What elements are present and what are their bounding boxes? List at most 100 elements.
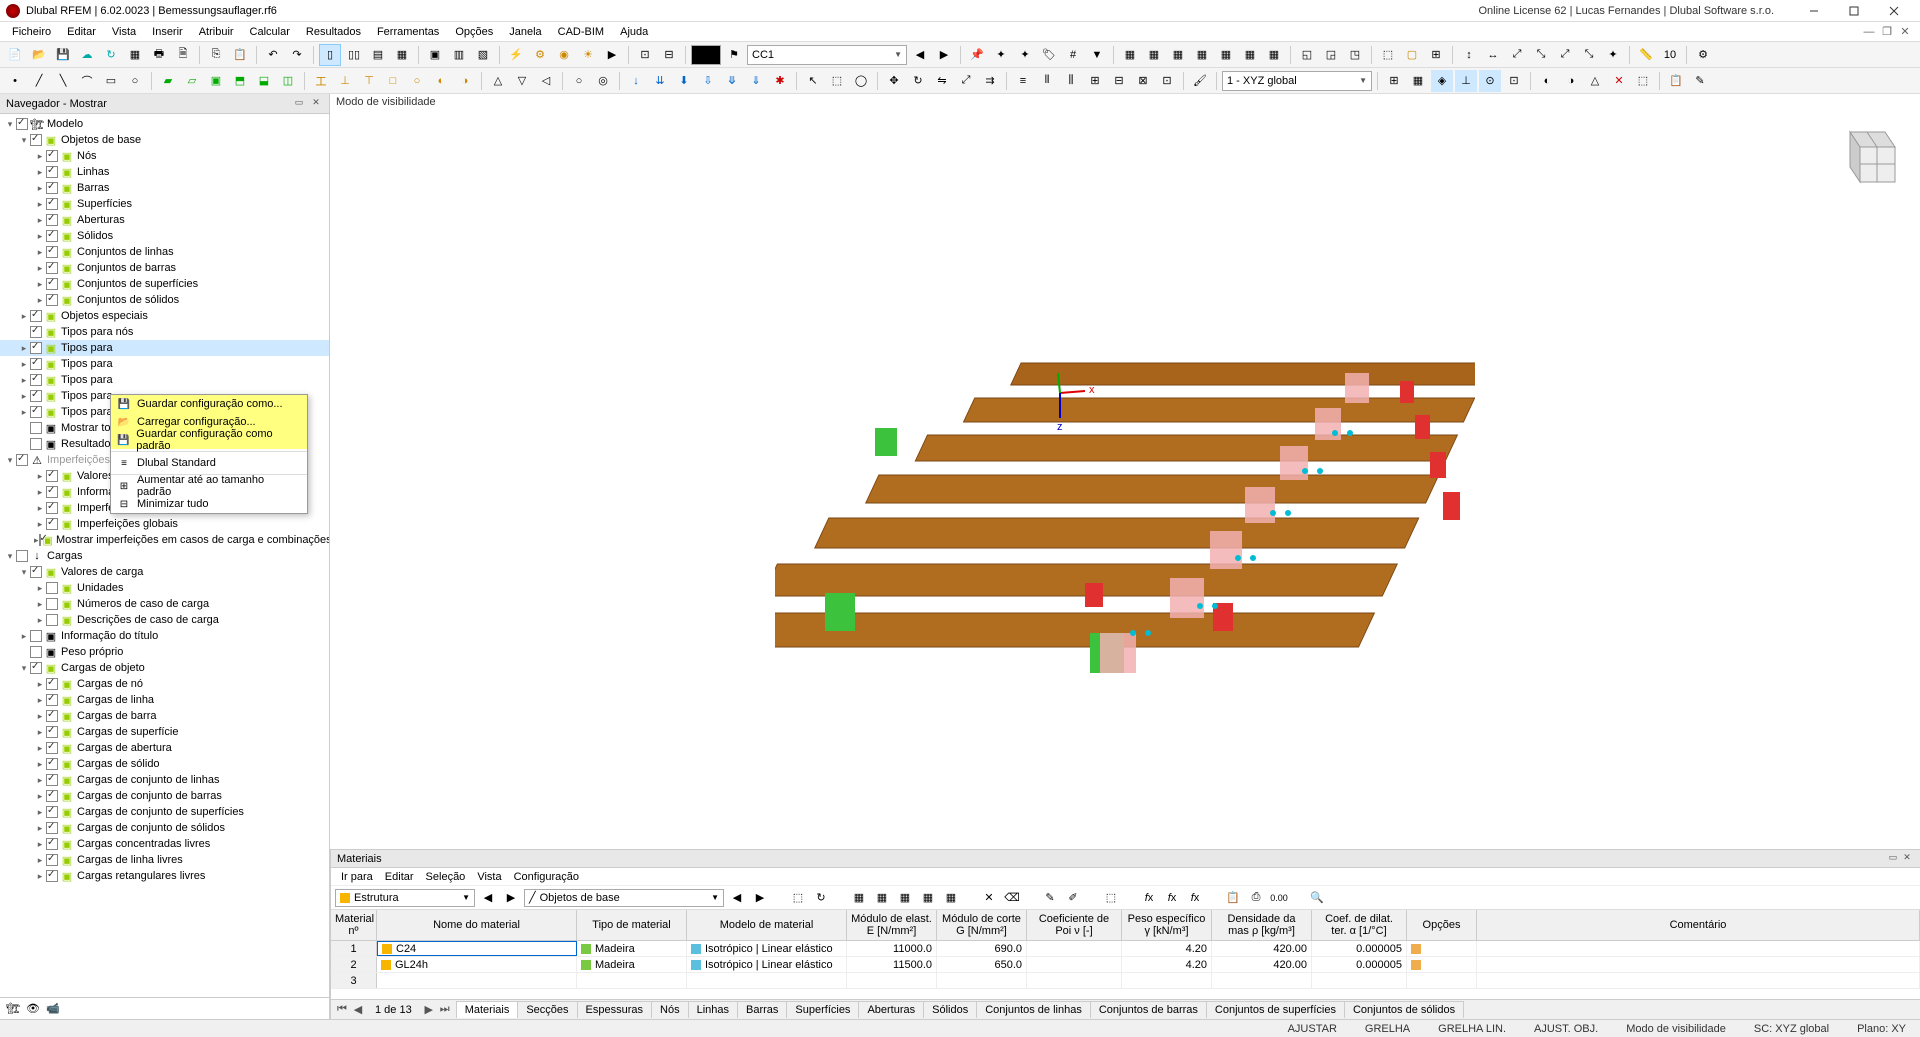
ruler-icon[interactable]: 📏: [1635, 44, 1657, 66]
section-c-icon[interactable]: ⊤: [358, 70, 380, 92]
view-cube-icon[interactable]: [1830, 122, 1900, 192]
panel-combo-structure[interactable]: Estrutura▼: [335, 889, 475, 907]
opening-icon[interactable]: ▱: [181, 70, 203, 92]
panel-tab[interactable]: Nós: [651, 1001, 689, 1018]
tree-item[interactable]: ▸▣Linhas: [0, 164, 329, 180]
misc-c-icon[interactable]: △: [1584, 70, 1606, 92]
tree-item[interactable]: ▸▣Aberturas: [0, 212, 329, 228]
select-lasso-icon[interactable]: ◯: [850, 70, 872, 92]
col-shear-mod[interactable]: Módulo de corte G [N/mm²]: [937, 910, 1027, 940]
panel-clipboard-icon[interactable]: 📋: [1223, 888, 1243, 908]
col-material-name[interactable]: Nome do material: [377, 910, 577, 940]
hinge-b-icon[interactable]: ◎: [592, 70, 614, 92]
sb-visibility-mode[interactable]: Modo de visibilidade: [1620, 1023, 1732, 1035]
pencil-icon[interactable]: ✎: [1689, 70, 1711, 92]
tree-item[interactable]: ▸▣Descrições de caso de carga: [0, 612, 329, 628]
settings-icon[interactable]: ⚙: [1692, 44, 1714, 66]
view-2-icon[interactable]: ▯▯: [343, 44, 365, 66]
dim-label-icon[interactable]: 10: [1659, 44, 1681, 66]
label-icon[interactable]: 🏷: [1038, 44, 1060, 66]
open-file-icon[interactable]: 📂: [28, 44, 50, 66]
menu-opcoes[interactable]: Opções: [447, 24, 501, 40]
lock-icon[interactable]: ⊞: [1425, 44, 1447, 66]
panel-tab[interactable]: Sólidos: [923, 1001, 977, 1018]
menu-resultados[interactable]: Resultados: [298, 24, 369, 40]
arc-icon[interactable]: ⌒: [76, 70, 98, 92]
mdi-close-icon[interactable]: ✕: [1898, 25, 1912, 39]
flag-icon[interactable]: ⚑: [723, 44, 745, 66]
tree-item[interactable]: ▸▣Cargas de nó: [0, 676, 329, 692]
filter-icon[interactable]: ▼: [1086, 44, 1108, 66]
panel-menu-view[interactable]: Vista: [477, 871, 501, 883]
beam-icon[interactable]: ⬒: [229, 70, 251, 92]
rotate-icon[interactable]: ↻: [907, 70, 929, 92]
axis-b-icon[interactable]: ⤢: [1554, 44, 1576, 66]
grid-6-icon[interactable]: ▦: [1239, 44, 1261, 66]
panel-row-del-icon[interactable]: ▦: [872, 888, 892, 908]
tree-special-objects[interactable]: ▸▣Objetos especiais: [0, 308, 329, 324]
tree-item[interactable]: ▸▣Nós: [0, 148, 329, 164]
tree-item[interactable]: ▸▣Conjuntos de sólidos: [0, 292, 329, 308]
align-d-icon[interactable]: ⊞: [1084, 70, 1106, 92]
tree-item[interactable]: ▸▣Conjuntos de superfícies: [0, 276, 329, 292]
sb-coord-system[interactable]: SC: XYZ global: [1748, 1023, 1835, 1035]
col-options[interactable]: Opções: [1407, 910, 1477, 940]
mirror-icon[interactable]: ⇋: [931, 70, 953, 92]
menu-ajuda[interactable]: Ajuda: [612, 24, 656, 40]
panel-row-up-icon[interactable]: ▦: [895, 888, 915, 908]
offset-icon[interactable]: ⇉: [979, 70, 1001, 92]
cube-c-icon[interactable]: ◳: [1344, 44, 1366, 66]
panel-menu-select[interactable]: Seleção: [426, 871, 466, 883]
tree-self-weight[interactable]: ▣Peso próprio: [0, 644, 329, 660]
load-g-icon[interactable]: ✱: [769, 70, 791, 92]
misc-a-icon[interactable]: ◐: [1536, 70, 1558, 92]
tree-item[interactable]: ▸▣Conjuntos de barras: [0, 260, 329, 276]
grid-4-icon[interactable]: ▦: [1191, 44, 1213, 66]
ortho-icon[interactable]: ⊥: [1455, 70, 1477, 92]
align-g-icon[interactable]: ⊡: [1156, 70, 1178, 92]
panel-close-icon[interactable]: ✕: [1900, 852, 1914, 866]
redo-icon[interactable]: ↷: [286, 44, 308, 66]
table-row[interactable]: 1C24MadeiraIsotrópico | Linear elástico1…: [331, 941, 1920, 957]
cube-a-icon[interactable]: ◱: [1296, 44, 1318, 66]
paint-icon[interactable]: 🖌: [1189, 70, 1211, 92]
panel-restore-icon[interactable]: ▭: [1886, 852, 1900, 866]
scale-icon[interactable]: ⤢: [955, 70, 977, 92]
menu-cadbim[interactable]: CAD-BIM: [550, 24, 612, 40]
coord-system-combo[interactable]: 1 - XYZ global ▼: [1222, 71, 1372, 91]
col-thermal[interactable]: Coef. de dilat. ter. α [1/°C]: [1312, 910, 1407, 940]
view-3-icon[interactable]: ▤: [367, 44, 389, 66]
snap-end-icon[interactable]: ⊡: [1503, 70, 1525, 92]
menu-ferramentas[interactable]: Ferramentas: [369, 24, 447, 40]
tree-object-loads[interactable]: ▾▣Cargas de objeto: [0, 660, 329, 676]
tree-modelo[interactable]: ▾🏗Modelo: [0, 116, 329, 132]
sb-grelha[interactable]: GRELHA: [1359, 1023, 1416, 1035]
minimize-button[interactable]: [1794, 1, 1834, 21]
grid-1-icon[interactable]: ▦: [1119, 44, 1141, 66]
panel-next2-icon[interactable]: ▶: [750, 888, 770, 908]
grid-7-icon[interactable]: ▦: [1263, 44, 1285, 66]
align-e-icon[interactable]: ⊟: [1108, 70, 1130, 92]
column-icon[interactable]: ⬓: [253, 70, 275, 92]
table-icon[interactable]: ▦: [124, 44, 146, 66]
cube-b-icon[interactable]: ◲: [1320, 44, 1342, 66]
navigator-pin-icon[interactable]: ▭: [292, 97, 306, 111]
toggle-1-icon[interactable]: ⊡: [634, 44, 656, 66]
grid-2-icon[interactable]: ▦: [1143, 44, 1165, 66]
panel-pick-icon[interactable]: ⬚: [788, 888, 808, 908]
tree-item[interactable]: ▸▣Cargas de linha livres: [0, 852, 329, 868]
tree-item[interactable]: ▸▣Conjuntos de linhas: [0, 244, 329, 260]
tree-types-nodes[interactable]: ▣Tipos para nós: [0, 324, 329, 340]
cm-dlubal-standard[interactable]: ≡Dlubal Standard: [111, 454, 307, 472]
cloud-icon[interactable]: ☁: [76, 44, 98, 66]
tree-types-para-2[interactable]: ▸▣Tipos para: [0, 372, 329, 388]
panel-edit-b-icon[interactable]: ✐: [1063, 888, 1083, 908]
sb-grelha-lin[interactable]: GRELHA LIN.: [1432, 1023, 1512, 1035]
col-material-type[interactable]: Tipo de material: [577, 910, 687, 940]
panel-row-dn-icon[interactable]: ▦: [918, 888, 938, 908]
tab-first-icon[interactable]: ⏮: [335, 1003, 349, 1016]
panel-tab[interactable]: Conjuntos de linhas: [976, 1001, 1091, 1018]
axis-x-icon[interactable]: ↕: [1458, 44, 1480, 66]
view-4-icon[interactable]: ▦: [391, 44, 413, 66]
grid-snap-icon[interactable]: ⊞: [1383, 70, 1405, 92]
